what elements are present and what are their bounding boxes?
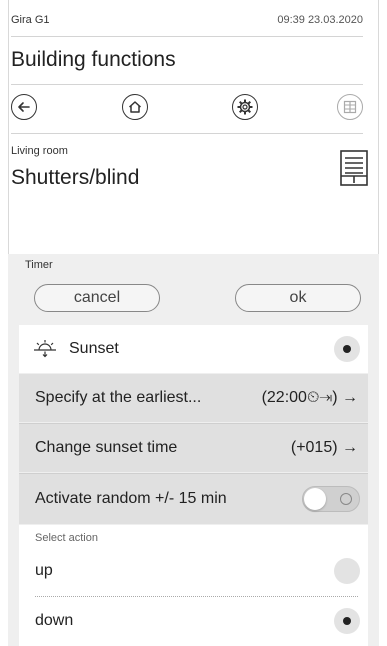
status-bar: Gira G1 09:39 23.03.2020 [11,14,363,26]
back-button[interactable] [11,94,37,120]
radio-selected-dot [343,617,351,625]
device-name: Gira G1 [11,14,50,26]
action-up-row[interactable]: up [19,548,368,594]
random-row: Activate random +/- 15 min [19,474,368,524]
radio-selected-dot [343,345,351,353]
change-sunset-label: Change sunset time [35,439,178,456]
datetime: 09:39 23.03.2020 [277,14,363,26]
earliest-label: Specify at the earliest... [35,389,202,406]
change-sunset-row[interactable]: Change sunset time (+015) → [19,424,368,472]
divider [11,84,363,85]
action-down-row[interactable]: down [19,598,368,644]
select-action-label: Select action [35,532,98,544]
home-button[interactable] [122,94,148,120]
cancel-button[interactable]: cancel [34,284,160,312]
home-icon [128,101,142,113]
grid-icon [343,100,357,114]
earliest-row[interactable]: Specify at the earliest... (22:00⏲⇥) → [19,374,368,422]
action-up-radio[interactable] [334,558,360,584]
dotted-divider [35,596,358,597]
sunset-icon [34,340,56,358]
divider [11,36,363,37]
room-label: Living room [11,145,68,157]
timer-label: Timer [25,259,53,271]
action-up-label: up [35,562,53,579]
page-title: Building functions [11,48,176,71]
divider [11,133,363,134]
device-title: Shutters/blind [11,166,140,189]
timer-mode-radio[interactable] [334,336,360,362]
nav-bar [11,94,363,124]
action-down-label: down [35,612,74,629]
action-down-radio[interactable] [334,608,360,634]
grid-button[interactable] [337,94,363,120]
gear-icon [237,99,253,115]
toggle-off-indicator [340,493,352,505]
earliest-value: (22:00⏲⇥) → [261,389,358,406]
toggle-knob [304,488,326,510]
blind-icon [340,150,368,186]
timer-mode-label: Sunset [69,340,119,357]
settings-button[interactable] [232,94,258,120]
ok-button[interactable]: ok [235,284,361,312]
random-toggle[interactable] [302,486,360,512]
random-label: Activate random +/- 15 min [35,490,227,507]
arrow-left-icon [18,102,30,112]
timer-mode-row[interactable]: Sunset [19,325,368,373]
change-sunset-value: (+015) → [290,439,358,456]
